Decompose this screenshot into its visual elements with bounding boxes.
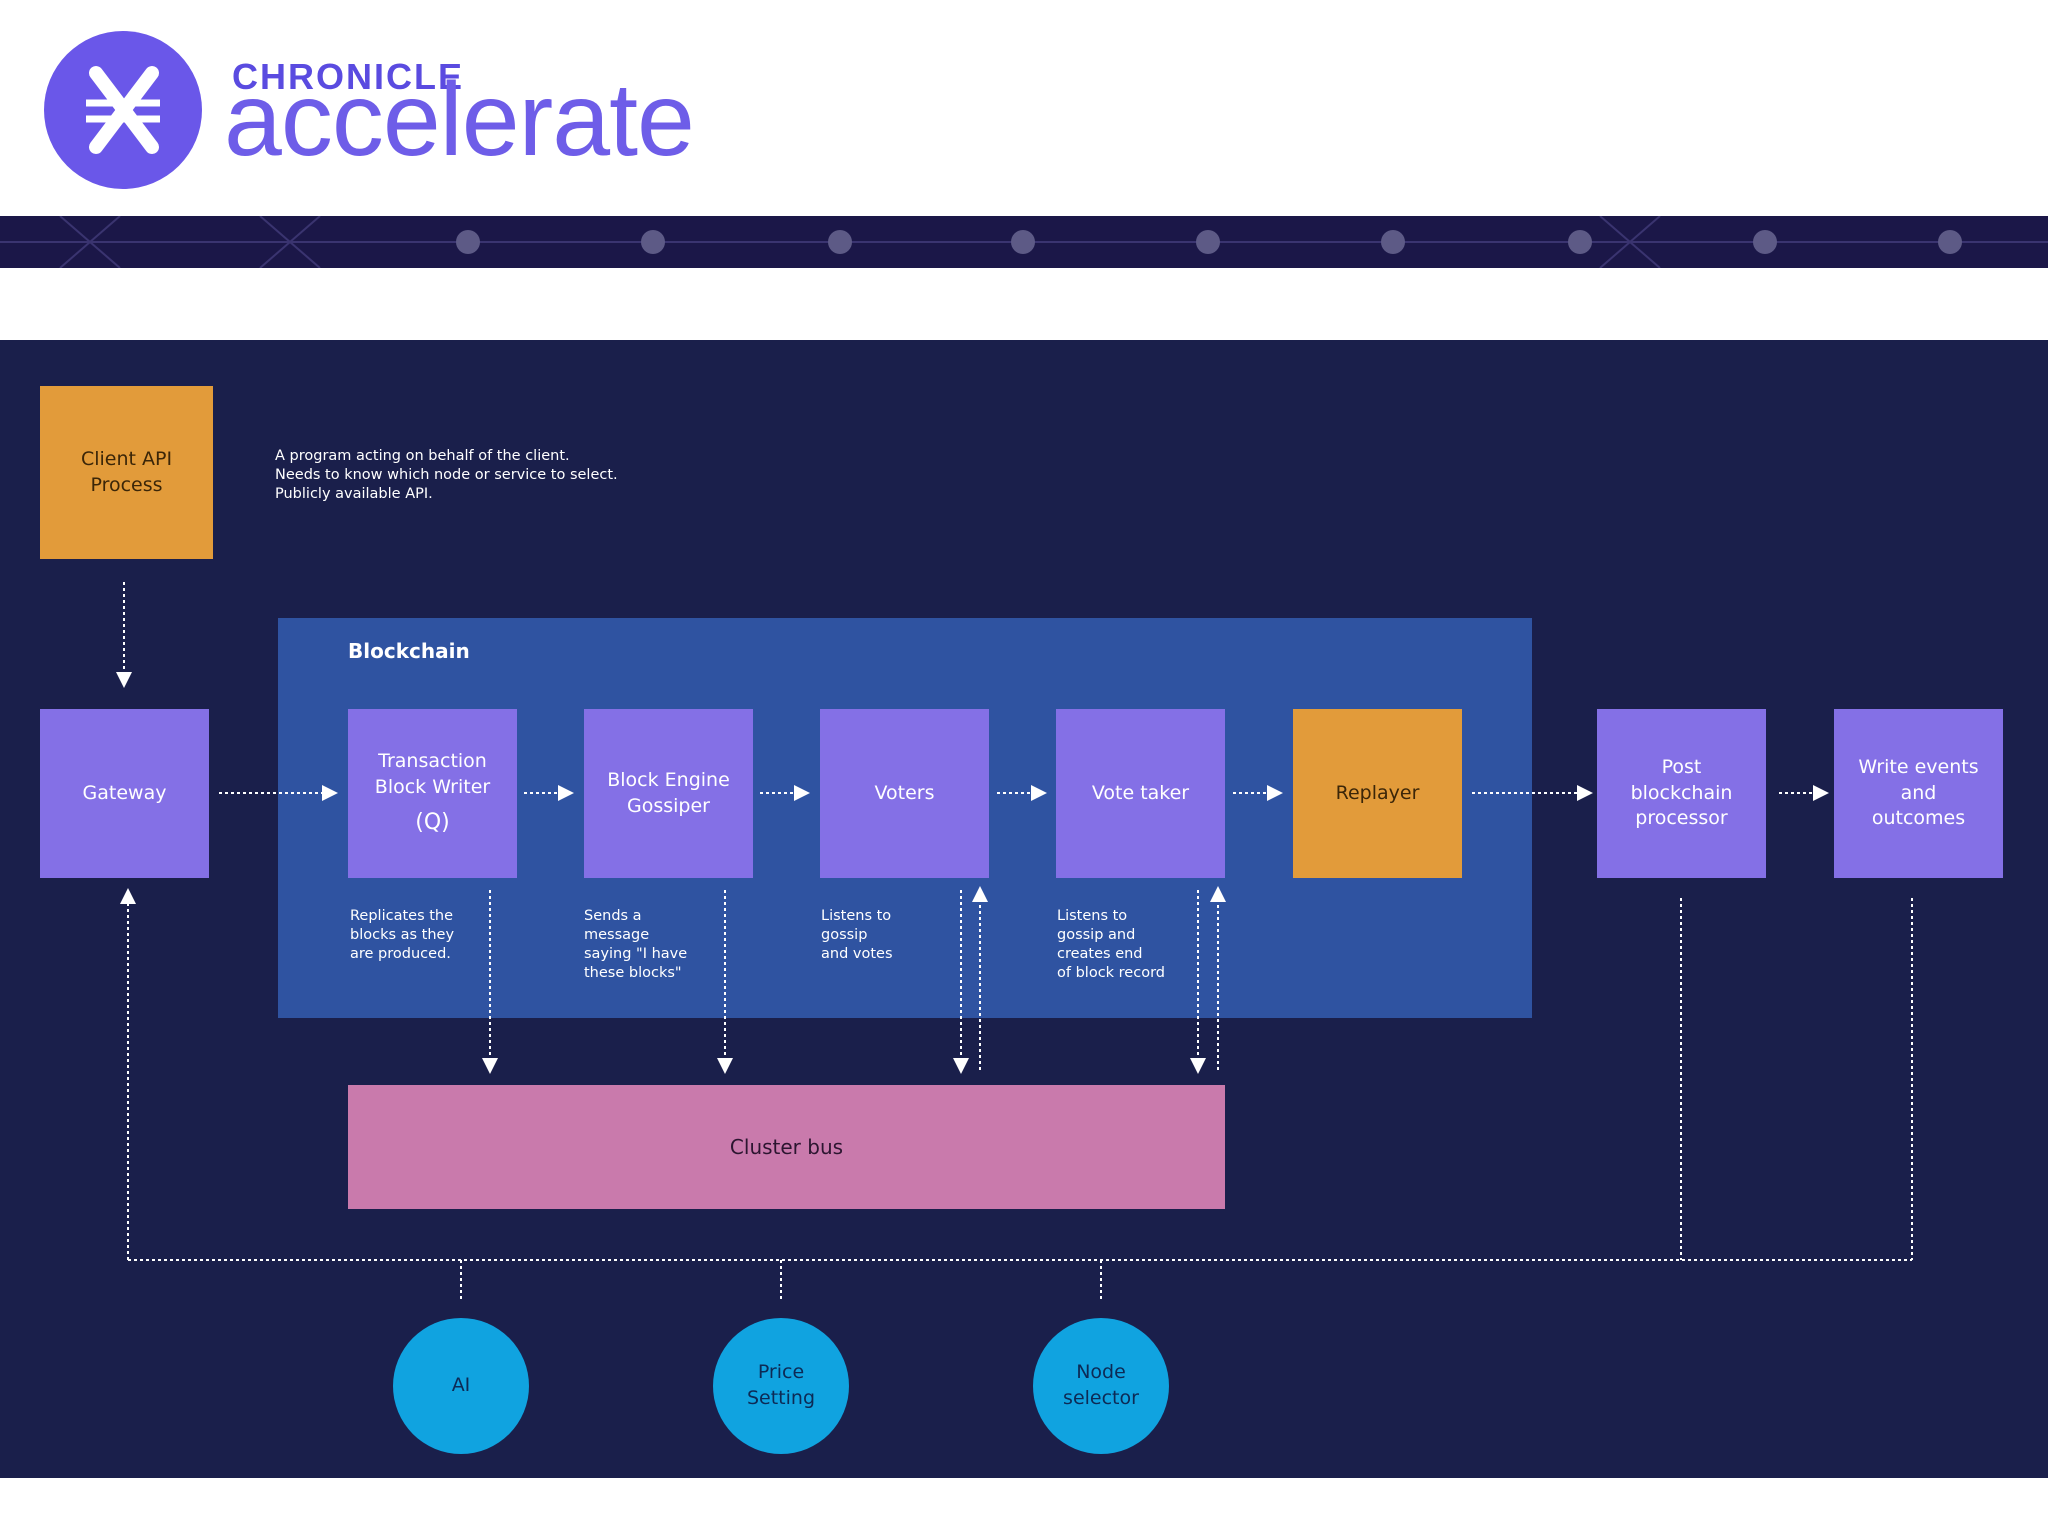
vote-taker-note: Listens to gossip and creates end of blo… [1057,908,1165,981]
vote-taker-node: Vote taker [1056,709,1225,878]
transaction-block-writer-sublabel: (Q) [415,810,450,836]
transaction-block-writer-note: Replicates the blocks as they are produc… [350,908,455,962]
transaction-block-writer-label: Transaction Block Writer [374,750,491,798]
client-api-note: A program acting on behalf of the client… [275,448,618,502]
cluster-bus-node: Cluster bus [348,1085,1225,1209]
price-setting-service-node: Price Setting [713,1318,849,1454]
voters-note: Listens to gossip and votes [821,908,893,962]
gateway-node: Gateway [40,709,209,878]
post-blockchain-processor-node: Post blockchain processor [1597,709,1766,878]
block-engine-gossiper-note: Sends a message saying "I have these blo… [584,908,688,981]
voters-node: Voters [820,709,989,878]
ai-service-node: AI [393,1318,529,1454]
replayer-node: Replayer [1293,709,1462,878]
write-events-node: Write events and outcomes [1834,709,2003,878]
block-engine-gossiper-node: Block Engine Gossiper [584,709,753,878]
transaction-block-writer-node: Transaction Block Writer (Q) [348,709,517,878]
node-selector-service-node: Node selector [1033,1318,1169,1454]
client-api-process-node: Client API Process [40,386,213,559]
